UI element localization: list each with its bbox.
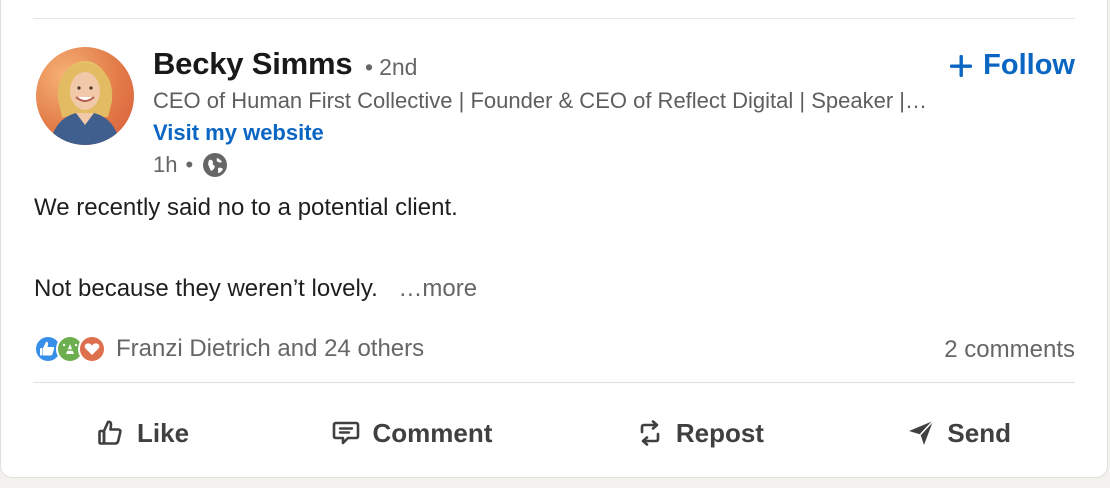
author-avatar[interactable] bbox=[36, 47, 134, 145]
like-label: Like bbox=[137, 417, 190, 448]
like-button[interactable]: Like bbox=[77, 409, 207, 457]
love-reaction-icon bbox=[78, 335, 106, 363]
author-headline[interactable]: CEO of Human First Collective | Founder … bbox=[153, 88, 928, 114]
plus-icon bbox=[950, 54, 973, 77]
degree-label: 2nd bbox=[379, 54, 418, 80]
follow-button[interactable]: Follow bbox=[949, 49, 1075, 82]
meta-separator: • bbox=[185, 152, 194, 177]
globe-icon[interactable] bbox=[201, 151, 229, 179]
post-text-line-1: We recently said no to a potential clien… bbox=[34, 194, 458, 221]
reactions-summary[interactable]: Franzi Dietrich and 24 others bbox=[34, 335, 424, 363]
post-time: 1h bbox=[153, 152, 178, 177]
repost-icon bbox=[640, 420, 660, 446]
comment-button[interactable]: Comment bbox=[312, 409, 510, 457]
comment-label: Comment bbox=[372, 417, 493, 448]
top-divider bbox=[33, 18, 1075, 19]
repost-button[interactable]: Repost bbox=[616, 409, 782, 457]
follow-label: Follow bbox=[983, 49, 1075, 81]
post-text-line-2: Not because they weren’t lovely. bbox=[34, 275, 378, 302]
comment-icon bbox=[333, 421, 360, 445]
visit-website-link[interactable]: Visit my website bbox=[153, 120, 324, 146]
thumbs-up-icon bbox=[98, 420, 122, 445]
send-icon bbox=[909, 420, 935, 445]
send-button[interactable]: Send bbox=[887, 409, 1029, 457]
see-more-link[interactable]: …more bbox=[398, 275, 477, 302]
repost-label: Repost bbox=[675, 417, 764, 448]
degree-separator: • bbox=[365, 54, 374, 80]
avatar-photo bbox=[50, 61, 120, 145]
comments-count-link[interactable]: 2 comments bbox=[944, 336, 1075, 364]
actions-divider bbox=[33, 382, 1075, 383]
post-meta: 1h • bbox=[153, 151, 229, 179]
author-name[interactable]: Becky Simms bbox=[153, 46, 353, 82]
post-text-line-2-row: Not because they weren’t lovely. …more bbox=[34, 275, 477, 303]
social-actions-bar: Like Comment Repost Send bbox=[33, 401, 1075, 465]
send-label: Send bbox=[947, 417, 1011, 448]
feed-post-card: Becky Simms • 2nd CEO of Human First Coll… bbox=[0, 0, 1108, 478]
connection-degree: • 2nd bbox=[365, 54, 417, 81]
reactions-count-label[interactable]: Franzi Dietrich and 24 others bbox=[116, 335, 424, 363]
